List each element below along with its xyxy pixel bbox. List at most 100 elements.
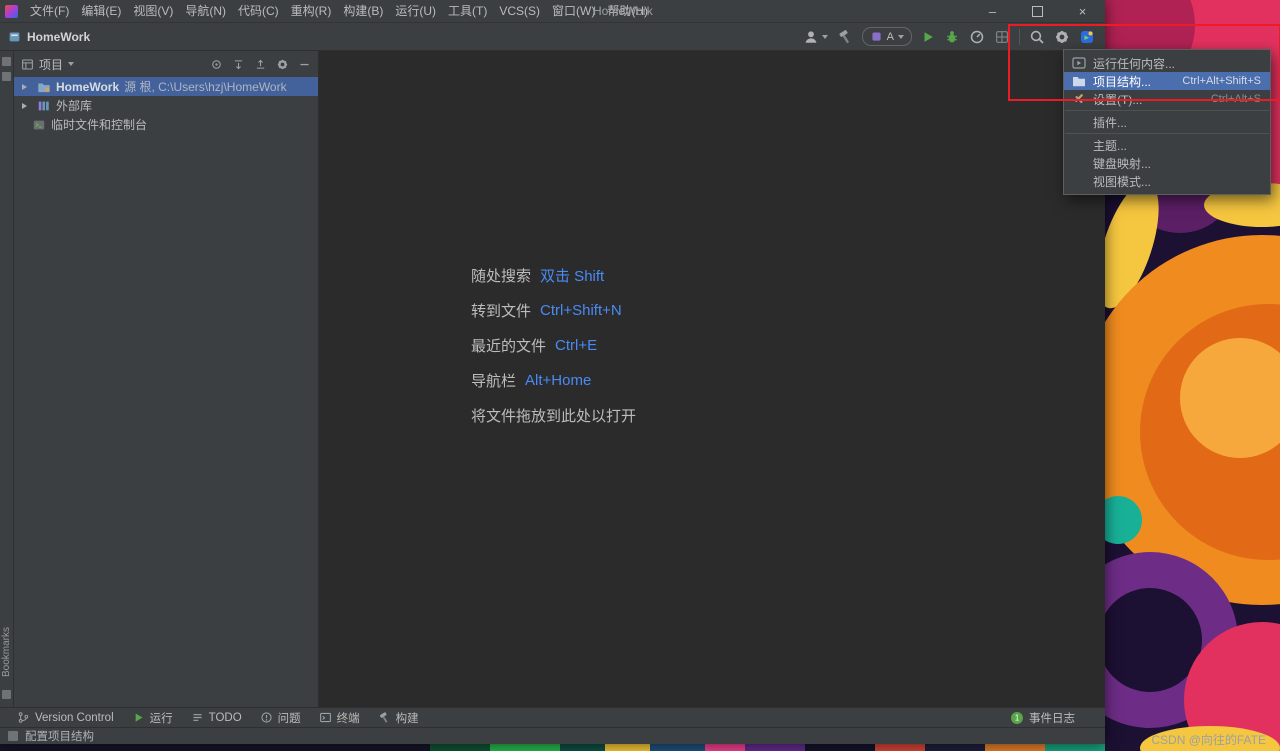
git-branch-icon bbox=[17, 711, 30, 724]
empty-editor-shortcut-hints: 随处搜索 双击 Shift 转到文件 Ctrl+Shift+N 最近的文件 Ct… bbox=[471, 258, 645, 433]
tool-tab-build[interactable]: 构建 bbox=[369, 708, 428, 727]
chevron-right-icon[interactable] bbox=[22, 84, 32, 90]
menu-item-plugins[interactable]: 插件... bbox=[1064, 113, 1270, 131]
menu-vcs[interactable]: VCS(S) bbox=[493, 0, 546, 22]
tree-row-homework-root[interactable]: HomeWork 源 根, C:\Users\hzj\HomeWork bbox=[14, 77, 318, 96]
watermark: CSDN @向往的FATE bbox=[1151, 731, 1266, 748]
menu-item-label: 运行任何内容... bbox=[1093, 55, 1175, 72]
shortcut-hint-label: 转到文件 bbox=[471, 300, 531, 321]
menu-item-theme[interactable]: 主题... bbox=[1064, 136, 1270, 154]
tool-stripe-icon[interactable] bbox=[2, 72, 11, 81]
close-button[interactable]: × bbox=[1060, 0, 1105, 22]
tool-tab-terminal[interactable]: 终端 bbox=[310, 708, 369, 727]
shortcut-hint-line: 导航栏 Alt+Home bbox=[471, 363, 645, 398]
user-menu-button[interactable] bbox=[803, 29, 828, 45]
hide-panel-icon[interactable] bbox=[298, 58, 311, 71]
menu-item-shortcut: Ctrl+Alt+Shift+S bbox=[1182, 75, 1261, 87]
event-log-button[interactable]: 1 事件日志 bbox=[1010, 708, 1075, 727]
menu-item-keymap[interactable]: 键盘映射... bbox=[1064, 154, 1270, 172]
tree-item-label: 外部库 bbox=[56, 97, 92, 114]
tool-tab-label: 运行 bbox=[150, 710, 173, 726]
debug-bug-icon[interactable] bbox=[944, 29, 960, 45]
shortcut-hint-keys: Ctrl+Shift+N bbox=[540, 302, 622, 319]
tool-window-bar: Version Control 运行 TODO 问 bbox=[0, 707, 1105, 727]
select-opened-file-icon[interactable] bbox=[210, 58, 223, 71]
collapse-all-icon[interactable] bbox=[254, 58, 267, 71]
chevron-down-icon[interactable] bbox=[68, 62, 74, 66]
toolwindow-switcher-icon[interactable] bbox=[8, 731, 18, 741]
menu-item-project-structure[interactable]: 项目结构... Ctrl+Alt+Shift+S bbox=[1064, 72, 1270, 90]
left-tool-stripe: Bookmarks bbox=[0, 51, 14, 707]
layout-grid-icon[interactable] bbox=[994, 29, 1010, 45]
menu-item-label: 主题... bbox=[1093, 137, 1127, 154]
menu-item-settings[interactable]: 设置(T)... Ctrl+Alt+S bbox=[1064, 90, 1270, 108]
menu-build[interactable]: 构建(B) bbox=[337, 0, 389, 22]
todo-list-icon bbox=[191, 711, 204, 724]
main-area: Bookmarks 项目 bbox=[0, 51, 1105, 707]
menu-file[interactable]: 文件(F) bbox=[24, 0, 75, 22]
toolbar-project-name: HomeWork bbox=[27, 30, 90, 44]
tool-tab-run[interactable]: 运行 bbox=[123, 708, 182, 727]
shortcut-hint-label: 随处搜索 bbox=[471, 265, 531, 286]
tool-tab-todo[interactable]: TODO bbox=[182, 708, 251, 727]
build-hammer-icon[interactable] bbox=[837, 29, 853, 45]
bookmarks-tool-tab[interactable]: Bookmarks bbox=[1, 627, 12, 677]
ide-colored-icon[interactable] bbox=[1079, 29, 1095, 45]
tool-tab-problems[interactable]: 问题 bbox=[251, 708, 310, 727]
maximize-button[interactable] bbox=[1015, 0, 1060, 22]
shortcut-hint-line: 转到文件 Ctrl+Shift+N bbox=[471, 293, 645, 328]
menu-refactor[interactable]: 重构(R) bbox=[285, 0, 338, 22]
project-panel-title[interactable]: 项目 bbox=[39, 56, 63, 73]
menu-code[interactable]: 代码(C) bbox=[232, 0, 285, 22]
run-tab-icon bbox=[132, 711, 145, 724]
user-icon bbox=[803, 29, 819, 45]
project-panel-header: 项目 bbox=[14, 51, 318, 77]
event-log-count: 1 bbox=[1015, 713, 1019, 722]
minimize-button[interactable]: – bbox=[970, 0, 1015, 22]
shortcut-hint-keys: Alt+Home bbox=[525, 372, 591, 389]
menu-run[interactable]: 运行(U) bbox=[389, 0, 442, 22]
run-button-icon[interactable] bbox=[921, 30, 935, 44]
main-toolbar: HomeWork A bbox=[0, 23, 1105, 51]
editor-area: 随处搜索 双击 Shift 转到文件 Ctrl+Shift+N 最近的文件 Ct… bbox=[319, 51, 1105, 707]
tree-row-scratches[interactable]: 临时文件和控制台 bbox=[14, 115, 318, 134]
maximize-icon bbox=[1032, 6, 1043, 17]
menu-item-run-anything[interactable]: 运行任何内容... bbox=[1064, 54, 1270, 72]
window-controls: – × bbox=[970, 0, 1105, 22]
chevron-right-icon[interactable] bbox=[22, 103, 32, 109]
menu-item-label: 键盘映射... bbox=[1093, 155, 1151, 172]
tree-item-label: HomeWork bbox=[56, 80, 119, 94]
tool-tab-label: 问题 bbox=[278, 710, 301, 726]
menu-navigate[interactable]: 导航(N) bbox=[179, 0, 232, 22]
settings-gear-icon[interactable] bbox=[1054, 29, 1070, 45]
tool-stripe-icon[interactable] bbox=[2, 57, 11, 66]
toolbar-separator bbox=[1019, 29, 1020, 45]
project-tree: HomeWork 源 根, C:\Users\hzj\HomeWork 外部库 bbox=[14, 77, 318, 134]
shortcut-hint-keys: Ctrl+E bbox=[555, 337, 597, 354]
screen: 文件(F) 编辑(E) 视图(V) 导航(N) 代码(C) 重构(R) 构建(B… bbox=[0, 0, 1280, 751]
menu-item-view-mode[interactable]: 视图模式... bbox=[1064, 172, 1270, 190]
tool-stripe-icon[interactable] bbox=[2, 690, 11, 699]
run-configuration-select[interactable]: A bbox=[862, 27, 912, 46]
menu-tools[interactable]: 工具(T) bbox=[442, 0, 493, 22]
menu-item-shortcut: Ctrl+Alt+S bbox=[1211, 93, 1261, 105]
expand-all-icon[interactable] bbox=[232, 58, 245, 71]
terminal-icon bbox=[319, 711, 332, 724]
chevron-down-icon bbox=[898, 35, 904, 39]
profiler-icon[interactable] bbox=[969, 29, 985, 45]
shortcut-hint-line: 将文件拖放到此处以打开 bbox=[471, 398, 645, 433]
status-bar-text: 配置项目结构 bbox=[25, 728, 94, 744]
menu-edit[interactable]: 编辑(E) bbox=[75, 0, 127, 22]
search-everywhere-icon[interactable] bbox=[1029, 29, 1045, 45]
project-structure-icon bbox=[1071, 73, 1087, 89]
tool-tab-version-control[interactable]: Version Control bbox=[8, 708, 123, 727]
problems-icon bbox=[260, 711, 273, 724]
shortcut-hint-line: 最近的文件 Ctrl+E bbox=[471, 328, 645, 363]
ide-window: 文件(F) 编辑(E) 视图(V) 导航(N) 代码(C) 重构(R) 构建(B… bbox=[0, 0, 1105, 744]
run-config-icon bbox=[870, 30, 883, 43]
event-log-badge-icon: 1 bbox=[1010, 711, 1024, 725]
menu-view[interactable]: 视图(V) bbox=[127, 0, 179, 22]
tree-row-external-libraries[interactable]: 外部库 bbox=[14, 96, 318, 115]
project-view-icon bbox=[21, 58, 34, 71]
panel-settings-gear-icon[interactable] bbox=[276, 58, 289, 71]
